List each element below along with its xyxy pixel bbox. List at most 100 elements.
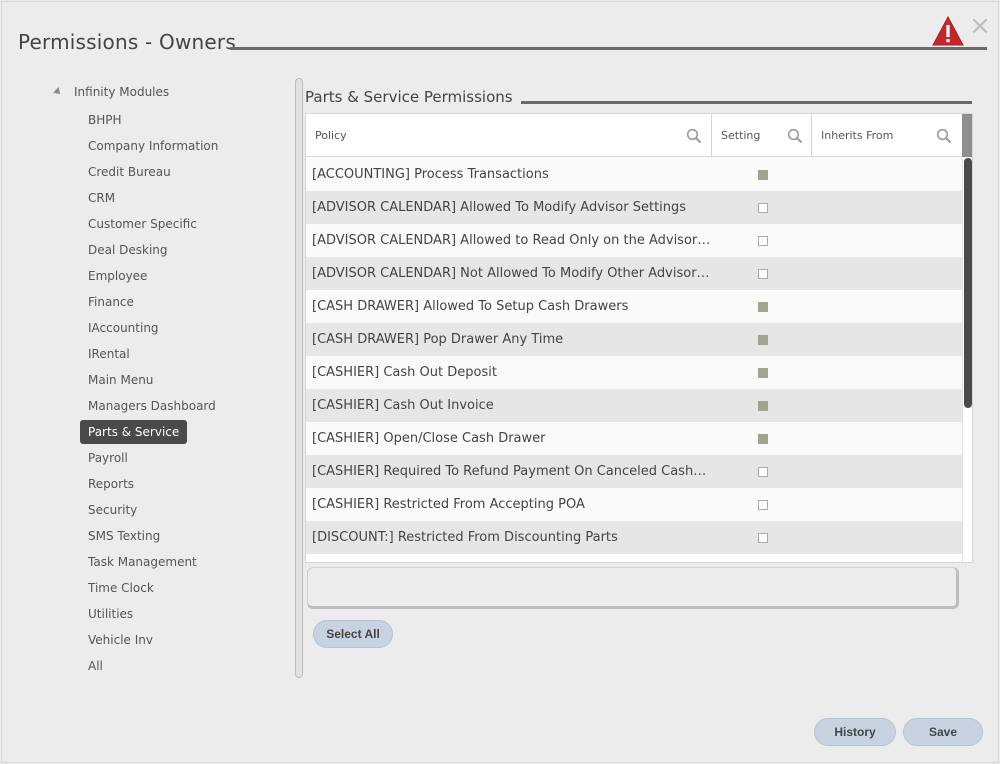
grid-scrollbar[interactable] <box>962 158 972 562</box>
setting-checkbox[interactable] <box>757 532 768 543</box>
table-row[interactable]: [ADVISOR CALENDAR] Allowed To Modify Adv… <box>306 191 962 224</box>
setting-checkbox[interactable] <box>757 433 768 444</box>
table-row[interactable]: [CASHIER] Required To Refund Payment On … <box>306 455 962 488</box>
tree-item[interactable]: All <box>80 654 111 678</box>
history-button[interactable]: History <box>814 718 896 746</box>
tree-item[interactable]: Parts & Service <box>80 420 188 444</box>
setting-checkbox[interactable] <box>757 268 768 279</box>
grid-scrollbar-thumb[interactable] <box>964 158 972 408</box>
table-row[interactable]: [CASHIER] Cash Out Invoice <box>306 389 962 422</box>
expand-caret-icon[interactable] <box>53 87 63 97</box>
column-header-policy-label: Policy <box>315 129 347 142</box>
setting-cell <box>712 235 812 246</box>
title-divider <box>230 47 987 50</box>
table-row[interactable]: [CASHIER] Open/Close Cash Drawer <box>306 422 962 455</box>
setting-checkbox[interactable] <box>757 169 768 180</box>
policy-cell: [CASH DRAWER] Allowed To Setup Cash Draw… <box>312 299 629 314</box>
table-row[interactable]: [DISCOUNT:] Restricted From Discounting … <box>306 521 962 554</box>
setting-checkbox[interactable] <box>757 334 768 345</box>
tree-root-label: Infinity Modules <box>74 85 170 99</box>
setting-cell <box>712 532 812 543</box>
setting-cell <box>712 334 812 345</box>
header-scroll-cap <box>962 114 972 157</box>
tree-item[interactable]: IRental <box>80 342 138 366</box>
search-icon[interactable] <box>936 128 952 144</box>
setting-checkbox[interactable] <box>757 301 768 312</box>
dialog-title: Permissions - Owners <box>18 30 236 54</box>
setting-cell <box>712 169 812 180</box>
tree-item[interactable]: Company Information <box>80 134 226 158</box>
setting-cell <box>712 301 812 312</box>
setting-cell <box>712 268 812 279</box>
tree-item[interactable]: Managers Dashboard <box>80 394 224 418</box>
policy-cell: [CASHIER] Cash Out Deposit <box>312 365 497 380</box>
policy-cell: [CASHIER] Required To Refund Payment On … <box>312 464 712 479</box>
tree-item[interactable]: Utilities <box>80 602 141 626</box>
close-icon[interactable]: × <box>969 13 991 39</box>
policy-cell: [CASHIER] Cash Out Invoice <box>312 398 494 413</box>
tree-item[interactable]: CRM <box>80 186 123 210</box>
column-header-inherits-from-label: Inherits From <box>821 129 894 142</box>
section-divider <box>521 101 972 104</box>
setting-checkbox[interactable] <box>757 466 768 477</box>
tree-items: BHPH Company Information Credit Bureau CRM C… <box>52 108 292 678</box>
tree-item[interactable]: IAccounting <box>80 316 167 340</box>
grid-header: Policy Setting Inherits From <box>306 114 962 157</box>
setting-cell <box>712 367 812 378</box>
select-all-button[interactable]: Select All <box>313 620 393 648</box>
warning-icon[interactable] <box>932 16 964 46</box>
tree-root[interactable]: Infinity Modules <box>52 82 292 102</box>
table-row[interactable]: [CASHIER] Cash Out Deposit <box>306 356 962 389</box>
tree-item[interactable]: Credit Bureau <box>80 160 179 184</box>
table-row[interactable]: [CASHIER] Restricted From Accepting POA <box>306 488 962 521</box>
save-button[interactable]: Save <box>903 718 983 746</box>
policy-cell: [ADVISOR CALENDAR] Allowed To Modify Adv… <box>312 200 687 215</box>
setting-checkbox[interactable] <box>757 202 768 213</box>
search-icon[interactable] <box>787 128 803 144</box>
policy-cell: [DISCOUNT:] Restricted From Discounting … <box>312 530 618 545</box>
section-title: Parts & Service Permissions <box>305 88 513 106</box>
column-header-setting[interactable]: Setting <box>712 114 812 157</box>
policy-cell: [ACCOUNTING] Process Transactions <box>312 167 549 182</box>
tree-item[interactable]: Task Management <box>80 550 205 574</box>
tree-item[interactable]: Reports <box>80 472 142 496</box>
setting-cell <box>712 202 812 213</box>
setting-checkbox[interactable] <box>757 400 768 411</box>
column-header-setting-label: Setting <box>721 129 761 142</box>
tree-item[interactable]: Deal Desking <box>80 238 176 262</box>
setting-checkbox[interactable] <box>757 235 768 246</box>
table-row[interactable]: [CASH DRAWER] Pop Drawer Any Time <box>306 323 962 356</box>
tree-item[interactable]: Security <box>80 498 145 522</box>
policy-cell: [CASHIER] Restricted From Accepting POA <box>312 497 585 512</box>
table-row[interactable]: [ADVISOR CALENDAR] Not Allowed To Modify… <box>306 257 962 290</box>
grid-rows: [ACCOUNTING] Process Transactions [ADVISO… <box>306 158 962 554</box>
setting-checkbox[interactable] <box>757 367 768 378</box>
tree-item[interactable]: Vehicle Inv <box>80 628 161 652</box>
policy-details-panel <box>307 567 959 609</box>
setting-cell <box>712 499 812 510</box>
table-row[interactable]: [ADVISOR CALENDAR] Allowed to Read Only … <box>306 224 962 257</box>
setting-cell <box>712 433 812 444</box>
tree-item[interactable]: Employee <box>80 264 155 288</box>
tree-item[interactable]: Main Menu <box>80 368 161 392</box>
tree-item[interactable]: Finance <box>80 290 142 314</box>
search-icon[interactable] <box>686 128 702 144</box>
setting-cell <box>712 400 812 411</box>
table-row[interactable]: [ACCOUNTING] Process Transactions <box>306 158 962 191</box>
tree-item[interactable]: Time Clock <box>80 576 162 600</box>
column-header-policy[interactable]: Policy <box>306 114 712 157</box>
permissions-grid: Policy Setting Inherits From [ACCOUNTING… <box>305 113 973 563</box>
setting-cell <box>712 466 812 477</box>
module-tree: Infinity Modules BHPH Company Information… <box>52 82 292 680</box>
tree-item[interactable]: Payroll <box>80 446 136 470</box>
policy-cell: [CASH DRAWER] Pop Drawer Any Time <box>312 332 564 347</box>
pane-splitter[interactable] <box>295 78 303 678</box>
setting-checkbox[interactable] <box>757 499 768 510</box>
tree-item[interactable]: SMS Texting <box>80 524 168 548</box>
tree-item[interactable]: Customer Specific <box>80 212 205 236</box>
table-row[interactable]: [CASH DRAWER] Allowed To Setup Cash Draw… <box>306 290 962 323</box>
policy-cell: [CASHIER] Open/Close Cash Drawer <box>312 431 546 446</box>
tree-item[interactable]: BHPH <box>80 108 130 132</box>
column-header-inherits-from[interactable]: Inherits From <box>812 114 962 157</box>
policy-cell: [ADVISOR CALENDAR] Allowed to Read Only … <box>312 233 712 248</box>
